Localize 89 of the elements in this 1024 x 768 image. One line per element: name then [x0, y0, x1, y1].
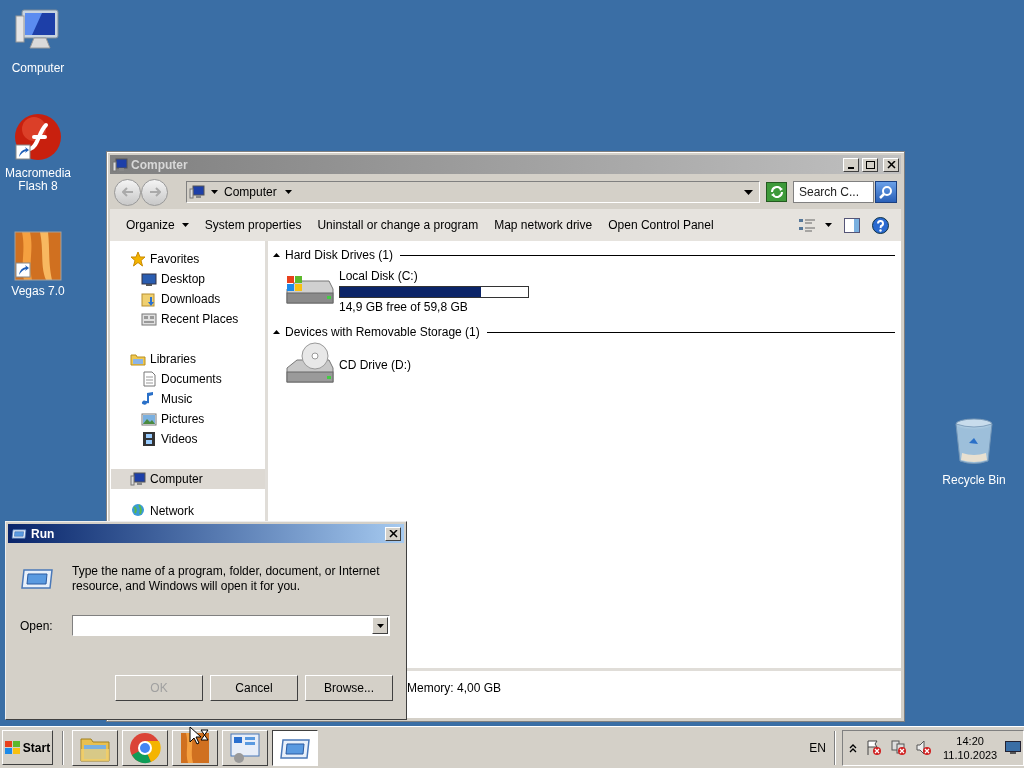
run-icon — [20, 566, 54, 592]
details-text: Memory: 4,00 GB — [407, 680, 502, 697]
caret-icon[interactable] — [211, 190, 218, 194]
close-icon — [388, 529, 398, 538]
windows-logo-icon — [4, 740, 21, 755]
minimize-icon — [848, 166, 854, 169]
nav-item[interactable]: Computer — [111, 469, 265, 489]
caret-icon — [376, 623, 384, 628]
nav-item[interactable]: Libraries — [111, 349, 265, 369]
globe-icon — [130, 503, 146, 519]
group-header[interactable]: Hard Disk Drives (1) — [285, 246, 393, 264]
maximize-button[interactable] — [862, 157, 878, 172]
run-instructions: Type the name of a program, folder, document, or Internet resource, and Windows will open it for you. — [72, 564, 381, 594]
clock[interactable]: 14:20 11.10.2023 — [943, 733, 998, 762]
toolbar-button[interactable]: System properties — [196, 213, 310, 237]
search-icon — [879, 185, 893, 199]
preview-pane-button[interactable] — [844, 217, 860, 233]
desktop-icon-label[interactable]: Recycle Bin — [942, 471, 1006, 489]
dialog-button[interactable]: Cancel — [210, 675, 298, 701]
nav-item[interactable]: Pictures — [111, 409, 265, 429]
downloads-folder-icon — [141, 291, 157, 307]
dialog-button[interactable]: Browse... — [305, 675, 393, 701]
details-view-icon — [799, 218, 815, 232]
preview-pane-icon — [844, 217, 860, 233]
desktop-icon-label[interactable]: Vegas 7.0 — [3, 285, 73, 298]
toolbar-button[interactable]: Uninstall or change a program — [309, 213, 487, 237]
refresh-button[interactable] — [766, 182, 787, 202]
desktop-icon-label[interactable]: Computer — [3, 62, 73, 75]
speaker-muted-icon — [915, 738, 933, 757]
start-button[interactable]: Start — [2, 730, 53, 765]
library-folder-icon — [130, 351, 146, 367]
caret-icon[interactable] — [284, 190, 292, 194]
open-label: Open: — [20, 617, 54, 635]
language-indicator[interactable]: EN — [809, 738, 826, 757]
left-arrow-icon — [121, 187, 134, 197]
nav-item[interactable]: Favorites — [111, 249, 265, 269]
show-desktop-icon[interactable] — [1005, 740, 1022, 755]
network-error-icon — [890, 738, 908, 757]
star-icon — [130, 251, 146, 267]
address-bar[interactable]: Computer — [186, 181, 760, 203]
run-icon — [11, 527, 27, 540]
document-icon — [141, 371, 157, 387]
nav-item[interactable]: Documents — [111, 369, 265, 389]
desktop-icon — [141, 271, 157, 287]
flag-error-icon — [865, 738, 883, 757]
group-header[interactable]: Devices with Removable Storage (1) — [285, 323, 480, 341]
close-icon — [886, 160, 896, 169]
computer-icon — [112, 156, 128, 173]
toolbar-button[interactable]: Map network drive — [486, 213, 601, 237]
search-field[interactable]: Search C... — [793, 181, 874, 203]
window-title: Run — [31, 525, 56, 543]
nav-item[interactable]: Videos — [111, 429, 265, 449]
taskbar-button[interactable] — [272, 729, 318, 766]
close-button[interactable] — [385, 526, 401, 541]
recycle-bin-icon — [952, 417, 996, 465]
nav-item[interactable]: Downloads — [111, 289, 265, 309]
desktop-icon-label[interactable]: Macromedia Flash 8 — [3, 167, 73, 193]
help-button[interactable] — [872, 216, 889, 234]
toolbar-button[interactable]: Organize — [118, 213, 197, 237]
close-button[interactable] — [883, 157, 899, 172]
nav-item[interactable]: Music — [111, 389, 265, 409]
caret-icon — [181, 223, 189, 227]
open-combobox[interactable] — [72, 615, 390, 636]
drive-item[interactable]: CD Drive (D:) — [273, 342, 895, 388]
caret-icon[interactable] — [744, 189, 753, 195]
help-icon — [872, 216, 889, 234]
chevron-up-icon[interactable] — [849, 742, 857, 753]
search-button[interactable] — [875, 181, 897, 203]
caret-icon — [825, 223, 832, 227]
toolbar-button[interactable]: Open Control Panel — [600, 213, 722, 237]
window-title: Computer — [131, 156, 189, 174]
collapse-arrow-icon[interactable] — [273, 253, 280, 257]
nav-item[interactable]: Recent Places — [111, 309, 265, 329]
refresh-icon — [769, 186, 784, 198]
nav-item[interactable]: Network — [111, 501, 265, 521]
minimize-button[interactable] — [843, 157, 859, 172]
collapse-arrow-icon[interactable] — [273, 330, 280, 334]
drive-item[interactable]: Local Disk (C:) 14,9 GB free of 59,8 GB — [273, 268, 895, 314]
picture-icon — [141, 411, 157, 427]
computer-icon — [189, 184, 205, 200]
film-icon — [141, 431, 157, 447]
control-panel-icon — [228, 730, 262, 765]
browser-icon — [128, 730, 162, 765]
nav-item[interactable]: Desktop — [111, 269, 265, 289]
computer-icon — [130, 471, 146, 487]
maximize-icon — [865, 160, 875, 169]
right-arrow-icon — [148, 187, 161, 197]
recent-places-icon — [141, 311, 157, 327]
view-options-button[interactable] — [799, 218, 832, 232]
